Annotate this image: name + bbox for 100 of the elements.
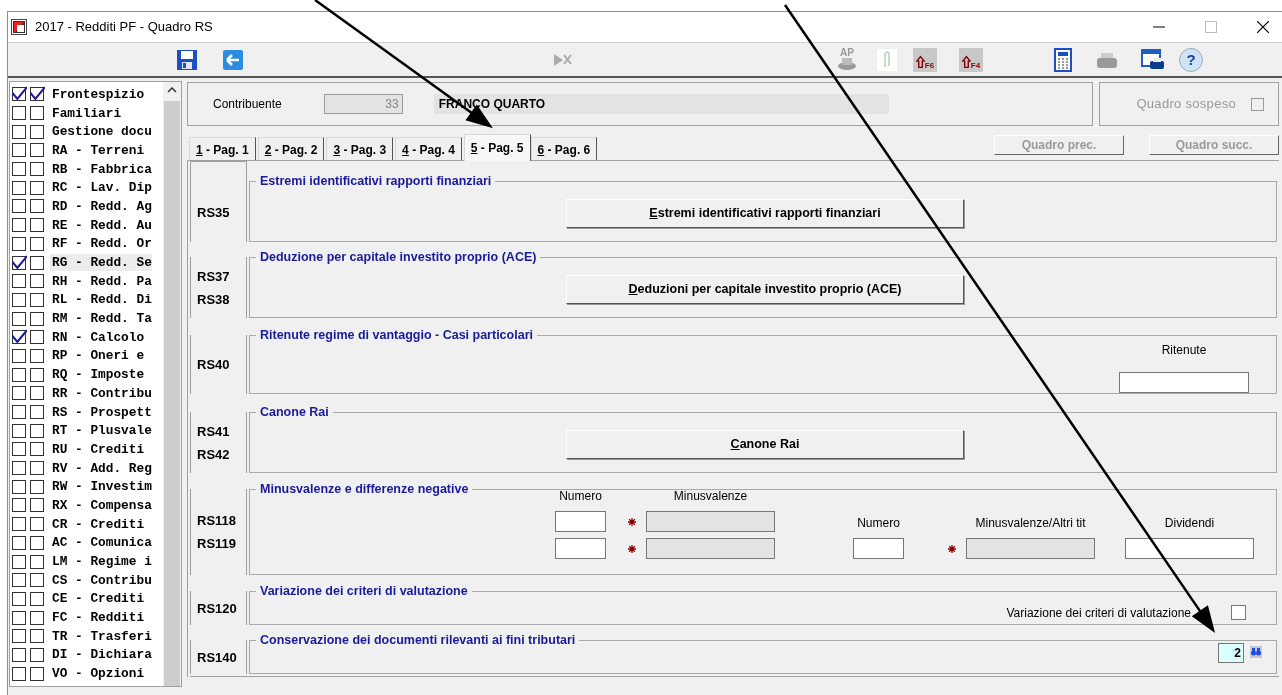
checkbox-label: Variazione dei criteri di valutazione: [1006, 604, 1191, 622]
checkbox[interactable]: [30, 218, 44, 233]
checkbox[interactable]: [30, 274, 44, 289]
sidebar-item[interactable]: RQ - Imposte: [50, 366, 145, 384]
checkbox[interactable]: [12, 106, 26, 121]
checkbox[interactable]: [12, 386, 26, 401]
checkbox[interactable]: [30, 535, 44, 550]
input-field[interactable]: [1119, 372, 1249, 393]
checkbox[interactable]: [12, 629, 26, 644]
checkbox[interactable]: [12, 517, 26, 532]
checkbox[interactable]: [30, 330, 44, 345]
window-printer-icon[interactable]: [1141, 47, 1165, 72]
checkbox[interactable]: [30, 255, 44, 270]
row-code: RS42: [197, 445, 231, 464]
checkbox[interactable]: [12, 498, 26, 513]
checkbox[interactable]: [30, 106, 44, 121]
checkbox[interactable]: [12, 591, 26, 606]
checkbox[interactable]: [30, 292, 44, 307]
checkbox[interactable]: [12, 442, 26, 457]
checkbox[interactable]: [30, 461, 44, 476]
help-button[interactable]: ?: [1179, 47, 1203, 72]
checkbox[interactable]: [12, 554, 26, 569]
checkbox[interactable]: [12, 199, 26, 214]
sidebar-item[interactable]: VO - Opzioni: [50, 665, 145, 683]
checkbox[interactable]: [30, 162, 44, 177]
input-field[interactable]: [1125, 538, 1254, 559]
checkbox[interactable]: [30, 180, 44, 195]
action-button[interactable]: Deduzioni per capitale investito proprio (ACE): [566, 275, 964, 304]
sidebar-item[interactable]: RG - Redd. Se: [50, 254, 152, 272]
shortcut-key-button[interactable]: F6: [913, 47, 937, 72]
checkbox[interactable]: [12, 292, 26, 307]
checkbox[interactable]: [12, 647, 26, 662]
paperclip-icon[interactable]: [875, 47, 899, 72]
checkbox[interactable]: [12, 143, 26, 158]
checkbox[interactable]: [30, 143, 44, 158]
checkbox[interactable]: [30, 311, 44, 326]
tab[interactable]: 2 - Pag. 2: [257, 137, 325, 160]
checkbox[interactable]: [30, 629, 44, 644]
checkbox[interactable]: [1231, 605, 1246, 620]
checkbox[interactable]: [30, 479, 44, 494]
checkbox[interactable]: [30, 573, 44, 588]
checkbox[interactable]: [12, 236, 26, 251]
checkbox[interactable]: [12, 274, 26, 289]
number-field[interactable]: 2: [1218, 643, 1244, 663]
checkbox[interactable]: [12, 162, 26, 177]
checkbox[interactable]: [30, 498, 44, 513]
checkbox[interactable]: [12, 405, 26, 420]
checkbox[interactable]: [12, 87, 26, 102]
input-field[interactable]: [555, 538, 606, 559]
checkbox[interactable]: [12, 218, 26, 233]
checkbox[interactable]: [12, 479, 26, 494]
checkbox[interactable]: [30, 87, 44, 102]
checkbox[interactable]: [30, 591, 44, 606]
checkbox[interactable]: [12, 666, 26, 681]
checkbox[interactable]: [30, 423, 44, 438]
checkbox[interactable]: [30, 367, 44, 382]
calculator-icon[interactable]: [1051, 47, 1075, 72]
checkbox[interactable]: [12, 423, 26, 438]
tab[interactable]: 5 - Pag. 5: [463, 134, 531, 161]
checkbox[interactable]: [12, 330, 26, 345]
field-label: Contribuente: [213, 96, 282, 113]
checkbox[interactable]: [30, 405, 44, 420]
checkbox[interactable]: [30, 647, 44, 662]
checkbox[interactable]: [30, 554, 44, 569]
checkbox[interactable]: [12, 348, 26, 363]
checkbox[interactable]: [12, 255, 26, 270]
checkbox[interactable]: [12, 311, 26, 326]
tab[interactable]: 3 - Pag. 3: [326, 137, 394, 160]
sidebar-item[interactable]: RC - Lav. Dip: [50, 179, 152, 197]
checkbox[interactable]: [30, 442, 44, 457]
checkbox[interactable]: [30, 236, 44, 251]
input-field[interactable]: [555, 511, 606, 532]
checkbox[interactable]: [30, 199, 44, 214]
input-field[interactable]: [853, 538, 904, 559]
checkbox[interactable]: [30, 348, 44, 363]
tab[interactable]: 1 - Pag. 1: [189, 137, 256, 160]
checkbox[interactable]: [12, 180, 26, 195]
tab[interactable]: 6 - Pag. 6: [530, 137, 598, 160]
action-button[interactable]: Canone Rai: [566, 430, 964, 459]
checkbox[interactable]: [12, 461, 26, 476]
tab[interactable]: 4 - Pag. 4: [395, 137, 462, 160]
checkbox[interactable]: [12, 535, 26, 550]
row-code: RS118: [197, 512, 238, 530]
group-title: Minusvalenze e differenze negative: [256, 481, 473, 497]
sidebar-item[interactable]: LM - Regime i: [50, 553, 152, 571]
checkbox[interactable]: [30, 124, 44, 139]
save-icon[interactable]: [175, 47, 199, 72]
action-button[interactable]: Estremi identificativi rapporti finanziari: [566, 199, 964, 228]
checkbox[interactable]: [30, 386, 44, 401]
checkbox[interactable]: [30, 610, 44, 625]
scroll-up-icon[interactable]: [167, 87, 177, 93]
checkbox[interactable]: [12, 610, 26, 625]
close-icon[interactable]: [1257, 21, 1269, 33]
checkbox[interactable]: [30, 666, 44, 681]
checkbox[interactable]: [30, 517, 44, 532]
checkbox[interactable]: [12, 124, 26, 139]
shortcut-key-button[interactable]: F4: [959, 47, 983, 72]
checkbox[interactable]: [12, 367, 26, 382]
binoculars-icon[interactable]: [1250, 646, 1262, 658]
checkbox[interactable]: [12, 573, 26, 588]
